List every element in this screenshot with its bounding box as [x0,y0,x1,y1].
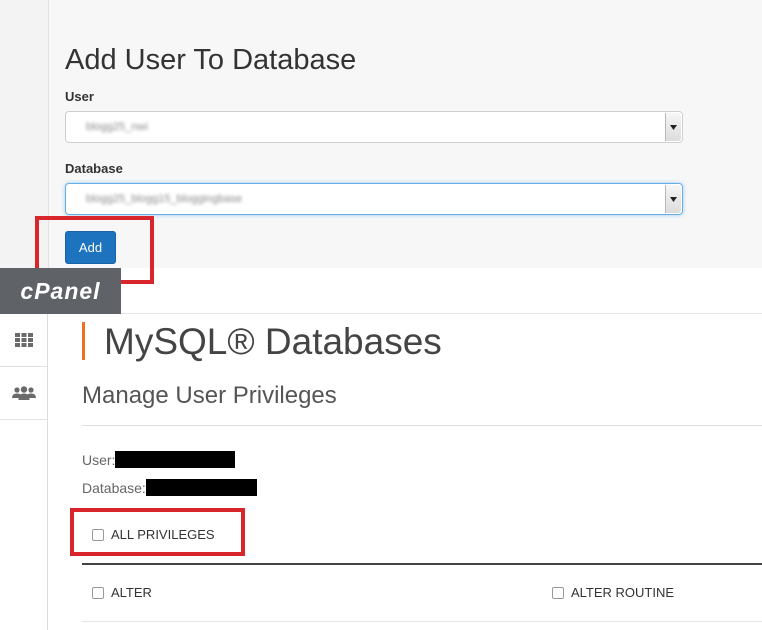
database-info: Database: [82,479,257,497]
database-select-value: blogg25_blogg15_bloggingbase [86,193,242,205]
sidebar [0,314,48,630]
user-select[interactable]: blogg25_nwi [65,111,683,143]
database-info-label: Database: [82,480,146,496]
redacted-database [145,479,257,496]
highlight-box-all-privileges [70,508,245,556]
alter-routine-label: ALTER ROUTINE [571,585,675,600]
database-select[interactable]: blogg25_blogg15_bloggingbase [65,183,683,215]
alter-label: ALTER [111,585,152,600]
sidebar-item-home[interactable] [0,314,47,367]
privilege-alter-routine-row[interactable]: ALTER ROUTINE [552,585,674,600]
page-title: MySQL® Databases [104,321,442,362]
users-icon [11,386,36,400]
database-label: Database [65,161,123,176]
alter-checkbox[interactable] [92,586,104,599]
cpanel-logo-text: cPanel [20,277,101,304]
privileges-divider [82,563,762,565]
cpanel-logo[interactable]: cPanel [0,268,121,314]
section-title: Manage User Privileges [82,382,337,409]
user-select-value: blogg25_nwi [86,121,148,133]
redacted-user [115,451,236,468]
alter-routine-checkbox[interactable] [552,586,564,599]
grid-icon [14,333,33,347]
header-divider [121,313,762,314]
title-accent-bar [82,322,85,360]
privilege-alter-row[interactable]: ALTER [92,585,152,600]
user-info: User: [82,451,236,469]
row-divider [82,621,762,622]
user-label: User [65,89,94,104]
chevron-down-icon[interactable] [665,185,681,213]
chevron-down-icon[interactable] [665,113,681,141]
section-divider [82,425,762,426]
user-info-label: User: [82,452,116,468]
sidebar-item-users[interactable] [0,367,47,420]
add-user-heading: Add User To Database [65,44,357,76]
